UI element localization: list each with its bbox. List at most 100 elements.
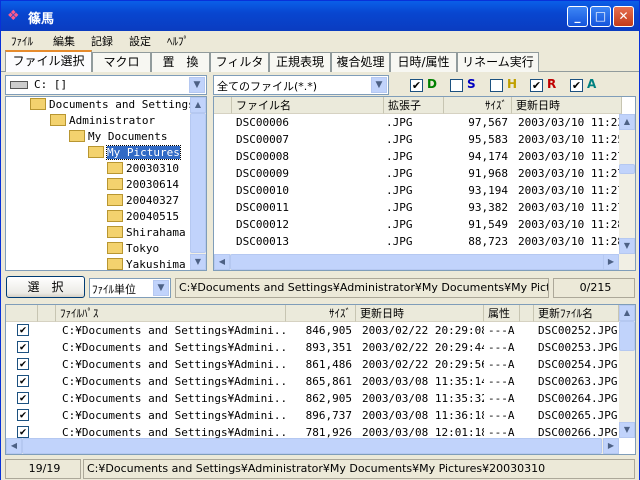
menu-edit[interactable]: 編集 [53,33,75,49]
tab-replace[interactable]: 置 換 [151,52,210,72]
attr-r-checkbox[interactable]: ✔ [530,79,543,92]
scroll-down-icon[interactable]: ▼ [190,254,206,270]
tree-item[interactable]: My Pictures [88,145,181,161]
folder-icon [107,210,123,222]
tree-item[interactable]: Shirahama [107,225,186,241]
close-button[interactable]: ✕ [613,6,634,27]
tree-item[interactable]: Tokyo [107,241,159,257]
scroll-thumb[interactable] [619,164,635,174]
tab-datetime-attr[interactable]: 日時/属性 [390,52,457,72]
table-cell: DSC00254.JPG [538,358,618,371]
scroll-up-icon[interactable]: ▲ [619,114,635,130]
tree-item[interactable]: Yakushima [107,257,186,270]
selected-list-vscroll[interactable]: ▲ ▼ [619,305,635,438]
scroll-thumb[interactable] [619,321,635,351]
table-cell: DSC00010 [236,184,289,197]
folder-icon [107,258,123,270]
table-cell: DSC00012 [236,218,289,231]
scroll-thumb[interactable] [230,254,605,270]
chevron-down-icon[interactable]: ▼ [189,77,205,93]
table-row[interactable]: ✔ C:¥Documents and Settings¥Admini... 862,… [6,390,619,407]
row-checkbox[interactable]: ✔ [17,375,29,387]
table-row[interactable]: DSC00007 .JPG 95,583 2003/03/10 11:25 [214,131,622,148]
tab-rename-exec[interactable]: リネーム実行 [457,52,539,72]
tree-scrollbar[interactable]: ▲ ▼ [190,97,206,270]
menu-file[interactable]: ﾌｧｲﾙ [11,33,33,49]
tab-compound[interactable]: 複合処理 [331,52,390,72]
select-button[interactable]: 選 択 [6,276,85,298]
tree-item[interactable]: 20030310 [107,161,179,177]
table-row[interactable]: DSC00006 .JPG 97,567 2003/03/10 11:23 [214,114,622,131]
chevron-down-icon[interactable]: ▼ [371,77,387,93]
tab-macro[interactable]: マクロ [92,52,151,72]
table-row[interactable]: ✔ C:¥Documents and Settings¥Admini... 893,… [6,339,619,356]
menu-settings[interactable]: 設定 [129,33,151,49]
scroll-thumb[interactable] [190,113,206,253]
tree-item[interactable]: Administrator [50,113,155,129]
menu-record[interactable]: 記録 [91,33,113,49]
tree-item[interactable]: My Documents [69,129,167,145]
col-extension[interactable]: 拡張子 [384,97,444,114]
folder-icon [30,98,46,110]
table-row[interactable]: DSC00011 .JPG 93,382 2003/03/10 11:27 [214,199,622,216]
row-checkbox[interactable]: ✔ [17,341,29,353]
scroll-down-icon[interactable]: ▼ [619,422,635,438]
table-row[interactable]: ✔ C:¥Documents and Settings¥Admini... 865,… [6,373,619,390]
row-checkbox[interactable]: ✔ [17,392,29,404]
tab-regex[interactable]: 正規表現 [269,52,331,72]
table-row[interactable]: ✔ C:¥Documents and Settings¥Admini... 861,… [6,356,619,373]
col-size[interactable]: ｻｲｽﾞ [286,305,356,322]
folder-icon [69,130,85,142]
attr-a-checkbox[interactable]: ✔ [570,79,583,92]
menu-help[interactable]: ﾍﾙﾌﾟ [167,33,189,49]
selected-list-hscroll[interactable]: ◀ ▶ [6,438,619,454]
scroll-left-icon[interactable]: ◀ [6,438,22,454]
table-cell: DSC00263.JPG [538,375,618,388]
col-attribute[interactable]: 属性 [484,305,520,322]
tab-file-select[interactable]: ファイル選択 [5,50,92,72]
scroll-right-icon[interactable]: ▶ [603,254,619,270]
table-row[interactable]: ✔ C:¥Documents and Settings¥Admini... 846,… [6,322,619,339]
table-row[interactable]: DSC00012 .JPG 91,549 2003/03/10 11:28 [214,216,622,233]
file-list-vscroll[interactable]: ▲ ▼ [619,114,635,254]
chevron-down-icon[interactable]: ▼ [153,280,169,296]
table-cell: C:¥Documents and Settings¥Admini... [62,358,286,371]
scroll-right-icon[interactable]: ▶ [603,438,619,454]
drive-select[interactable]: C: [] ▼ [5,75,207,95]
attr-d-checkbox[interactable]: ✔ [410,79,423,92]
col-modified[interactable]: 更新日時 [356,305,484,322]
table-row[interactable]: DSC00009 .JPG 91,968 2003/03/10 11:27 [214,165,622,182]
row-checkbox[interactable]: ✔ [17,358,29,370]
scroll-up-icon[interactable]: ▲ [190,97,206,113]
col-new-filename[interactable]: 更新ﾌｧｲﾙ名 [534,305,619,322]
table-row[interactable]: DSC00013 .JPG 88,723 2003/03/10 11:28 [214,233,622,250]
attr-h-checkbox[interactable] [490,79,503,92]
row-checkbox[interactable]: ✔ [17,324,29,336]
table-row[interactable]: ✔ C:¥Documents and Settings¥Admini... 896,… [6,407,619,424]
scroll-thumb[interactable] [22,438,602,454]
file-list-hscroll[interactable]: ◀ ▶ [214,254,635,270]
title-bar[interactable]: ❖ 篠馬 _ □ ✕ [1,1,639,31]
col-size[interactable]: ｻｲｽﾞ [444,97,512,114]
scroll-up-icon[interactable]: ▲ [619,305,635,321]
select-mode[interactable]: ﾌｧｲﾙ単位 ▼ [89,278,171,298]
col-filepath[interactable]: ﾌｧｲﾙﾊﾟｽ [56,305,286,322]
tab-filter[interactable]: フィルタ [210,52,269,72]
tree-item[interactable]: 20040327 [107,193,179,209]
file-type-filter[interactable]: 全てのファイル(*.*) ▼ [213,75,389,95]
attr-s-checkbox[interactable] [450,79,463,92]
tree-item[interactable]: 20040515 [107,209,179,225]
row-checkbox[interactable]: ✔ [17,426,29,438]
table-row[interactable]: DSC00008 .JPG 94,174 2003/03/10 11:27 [214,148,622,165]
col-filename[interactable]: ファイル名 [232,97,384,114]
table-row[interactable]: DSC00010 .JPG 93,194 2003/03/10 11:27 [214,182,622,199]
scroll-left-icon[interactable]: ◀ [214,254,230,270]
col-modified[interactable]: 更新日時 [512,97,622,114]
tree-item[interactable]: 20030614 [107,177,179,193]
maximize-button[interactable]: □ [590,6,611,27]
scroll-down-icon[interactable]: ▼ [619,238,635,254]
minimize-icon: _ [574,9,581,23]
tree-item[interactable]: Documents and Settings [30,97,195,113]
minimize-button[interactable]: _ [567,6,588,27]
row-checkbox[interactable]: ✔ [17,409,29,421]
